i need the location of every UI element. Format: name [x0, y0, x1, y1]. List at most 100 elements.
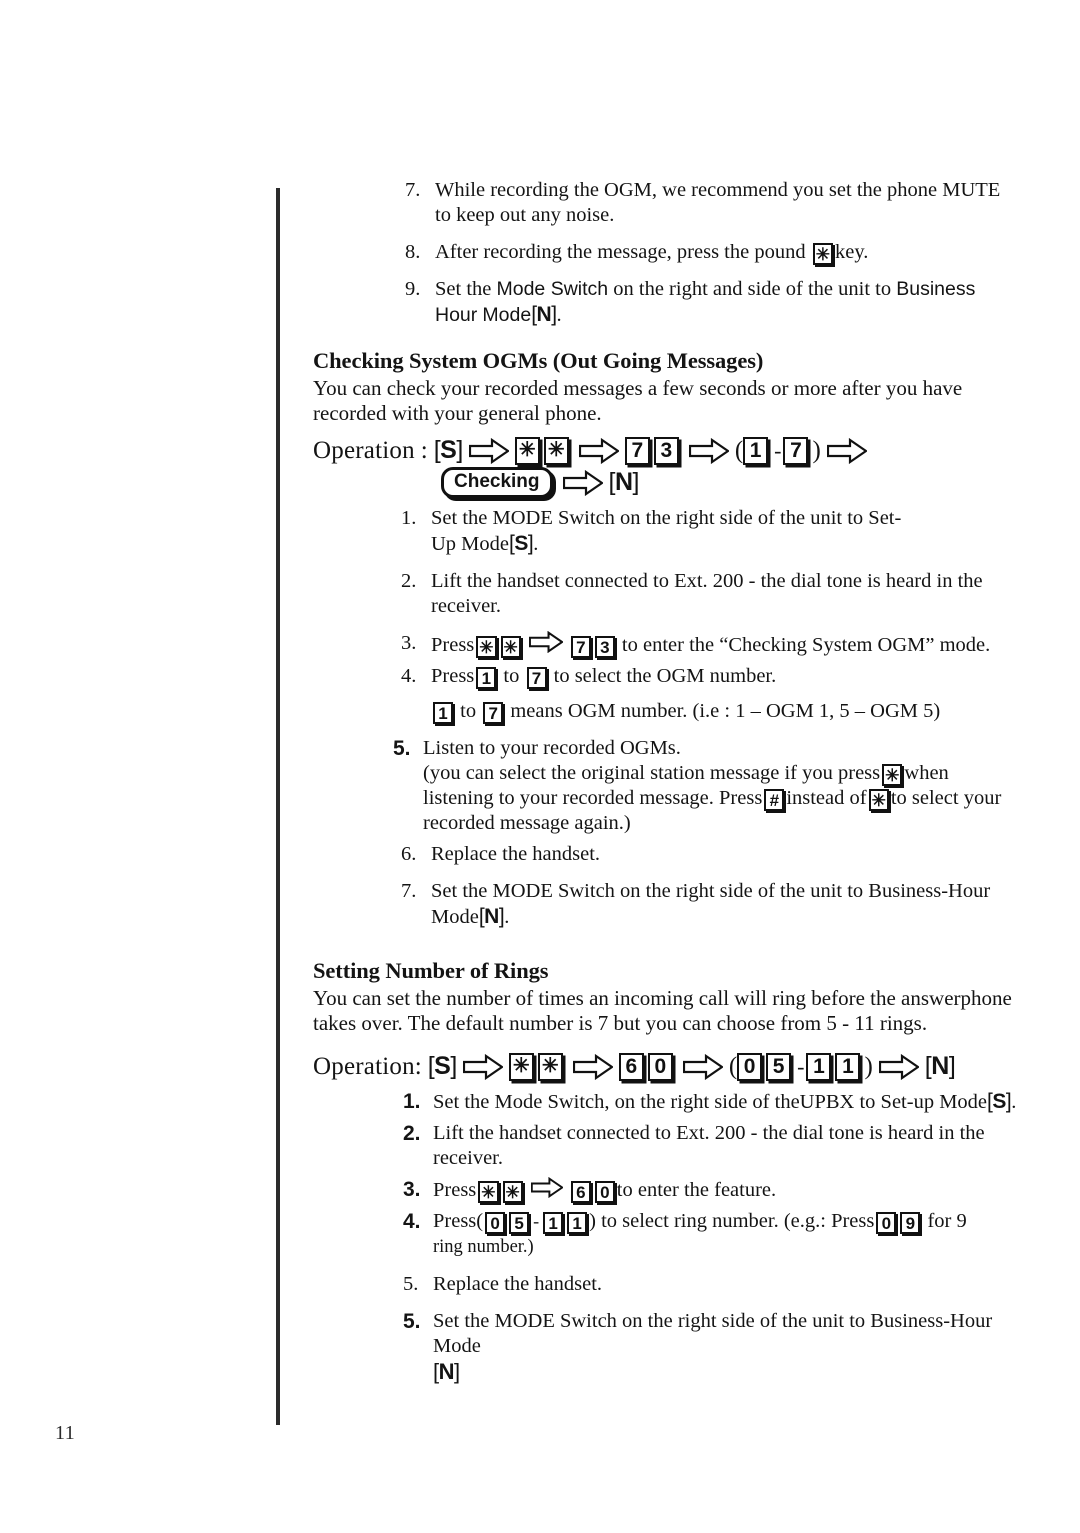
mode-letter: N	[536, 303, 552, 326]
operation-line-checking-ogms: Operation : [S] ✳ ✳ 7 3 ( 1 - 7 )	[313, 436, 1019, 465]
step-text: Set the Mode Switch on the right and sid…	[435, 277, 1019, 328]
right-arrow-outline-icon	[530, 1177, 563, 1198]
step-number: 3.	[401, 632, 417, 654]
step-text-post: .	[533, 533, 539, 555]
digit-key: 6	[570, 1181, 591, 1203]
section-heading-checking-ogms: Checking System OGMs (Out Going Messages…	[313, 348, 764, 373]
digit-key: 3	[594, 636, 615, 658]
list-item: 1. Set the MODE Switch on the right side…	[399, 506, 1019, 557]
step-number: 9.	[405, 278, 421, 300]
step-text-pre: Set the Mode Switch, on the right side o…	[433, 1091, 988, 1113]
step-number: 1.	[401, 507, 417, 529]
list-item: 3. Press ✳ ✳ 7 3 to enter the “Checking Syst…	[399, 631, 1019, 658]
mode-marker-s: [S]	[427, 1052, 458, 1080]
step-text: Set the MODE Switch on the right side of…	[433, 1309, 1019, 1386]
range-open-paren: (	[734, 436, 744, 464]
right-arrow-outline-icon	[578, 437, 619, 464]
step-text-post: .	[504, 906, 510, 928]
digit-key: 1	[567, 1212, 588, 1234]
list-item: 8. After recording the message, press th…	[403, 240, 1019, 265]
close-paren: )	[589, 1210, 596, 1232]
page-vertical-rule	[276, 188, 280, 1425]
digit-key: 1	[543, 1212, 564, 1234]
step-text: Lift the handset connected to Ext. 200 -…	[433, 1122, 985, 1169]
step-text: Listen to your recorded OGMs. (you can s…	[423, 736, 1019, 836]
step-text-pre: Press	[431, 665, 475, 687]
step-text-post: key.	[834, 241, 869, 263]
step-text-pre: Press	[433, 1210, 477, 1232]
step-text-pre: After recording the message, press the p…	[435, 241, 806, 263]
step-text: Press ✳ ✳ 6 0 to enter the feature.	[433, 1177, 1019, 1203]
step-text: While recording the OGM, we recommend yo…	[435, 179, 1001, 226]
mode-marker-n: [N]	[531, 303, 557, 326]
digit-key: 7	[570, 636, 591, 658]
step-number: 2.	[403, 1122, 421, 1145]
continued-steps-list: 7. While recording the OGM, we recommend…	[403, 178, 1019, 328]
step-text-sub2-pre: listening to your recorded message. Pres…	[423, 787, 763, 809]
operation-colon: :	[420, 436, 428, 464]
step-text: Set the MODE Switch on the right side of…	[431, 879, 1019, 930]
step-text: Press ✳ ✳ 7 3 to enter the “Checking System …	[431, 631, 1019, 658]
step-text-line1: Listen to your recorded OGMs.	[423, 737, 681, 759]
mode-marker-n: [N]	[924, 1052, 956, 1080]
digit-key: 0	[647, 1052, 673, 1081]
digit-key: 7	[783, 436, 809, 465]
digit-key: 1	[743, 436, 769, 465]
range-open-paren: (	[728, 1052, 738, 1080]
step-text-post: to enter the feature.	[616, 1179, 777, 1201]
range-dash: -	[774, 437, 782, 463]
step-text: Lift the handset connected to Ext. 200 -…	[431, 570, 983, 617]
step-number: 4.	[401, 665, 417, 687]
mode-marker-s: [S]	[433, 436, 464, 464]
page-content: 7. While recording the OGM, we recommend…	[313, 178, 1019, 1386]
step-text: Replace the handset.	[433, 1273, 603, 1295]
list-item: 5. Listen to your recorded OGMs. (you ca…	[391, 736, 1019, 836]
step-number: 2.	[401, 570, 417, 592]
star-key-icon: ✳	[500, 636, 521, 658]
step-text-line2: Up Mode	[431, 533, 510, 555]
list-item: 9. Set the Mode Switch on the right and …	[403, 277, 1019, 328]
step-text: Press(0 5-1 1) to select ring number. (e.g…	[433, 1209, 1019, 1260]
right-arrow-outline-icon	[468, 437, 509, 464]
list-item: 2. Lift the handset connected to Ext. 20…	[401, 1121, 1019, 1171]
star-key-icon: ✳	[502, 1181, 523, 1203]
right-arrow-outline-icon	[562, 469, 603, 496]
star-key-icon: ✳	[537, 1052, 563, 1081]
digit-key: 0	[594, 1181, 615, 1203]
step-text-post: .	[556, 304, 562, 326]
list-item: 7. While recording the OGM, we recommend…	[403, 178, 1019, 228]
digit-key: 1	[806, 1052, 832, 1081]
step-text-line1: Set the MODE Switch on the right side of…	[431, 507, 902, 529]
step-number: 5.	[393, 737, 411, 760]
checking-ogms-steps-list-2: 5. Listen to your recorded OGMs. (you ca…	[391, 736, 1019, 930]
step-text: After recording the message, press the p…	[435, 240, 1019, 265]
list-item: 1. Set the Mode Switch, on the right sid…	[401, 1089, 1019, 1115]
range-close-paren: )	[864, 1052, 873, 1080]
step-text: Set the MODE Switch on the right side of…	[431, 506, 1019, 557]
step-text-sub1-pre: (you can select the original station mes…	[423, 762, 881, 784]
mode-marker-s: [S]	[987, 1090, 1012, 1113]
operation-label: Operation	[313, 1052, 415, 1080]
star-key-icon: ✳	[868, 789, 889, 811]
right-arrow-outline-icon	[572, 1053, 613, 1080]
step-text-mid: to	[503, 665, 520, 687]
step-text-pre: Press	[433, 1179, 477, 1201]
digit-key: 1	[476, 667, 497, 689]
step-number: 1.	[403, 1090, 421, 1113]
right-arrow-outline-icon	[528, 631, 563, 653]
section-intro-checking-ogms: You can check your recorded messages a f…	[313, 376, 963, 425]
digit-key: 0	[737, 1052, 763, 1081]
right-arrow-outline-icon	[878, 1053, 919, 1080]
checking-pill: Checking	[441, 467, 553, 498]
note-post: means OGM number. (i.e : 1 – OGM 1, 5 – …	[510, 700, 941, 722]
step-text-mid: on the right and side of the unit to	[613, 278, 892, 300]
list-item: 5. Replace the handset.	[401, 1272, 1019, 1297]
step-number: 8.	[405, 241, 421, 263]
digit-key: 9	[900, 1212, 921, 1234]
section-intro-setting-rings: You can set the number of times an incom…	[313, 986, 1012, 1035]
step-number: 7.	[405, 179, 421, 201]
checking-ogms-steps-list: 1. Set the MODE Switch on the right side…	[399, 506, 1019, 724]
mode-letter: N	[614, 468, 633, 496]
digit-key: 0	[485, 1212, 506, 1234]
step-number: 4.	[403, 1210, 421, 1233]
